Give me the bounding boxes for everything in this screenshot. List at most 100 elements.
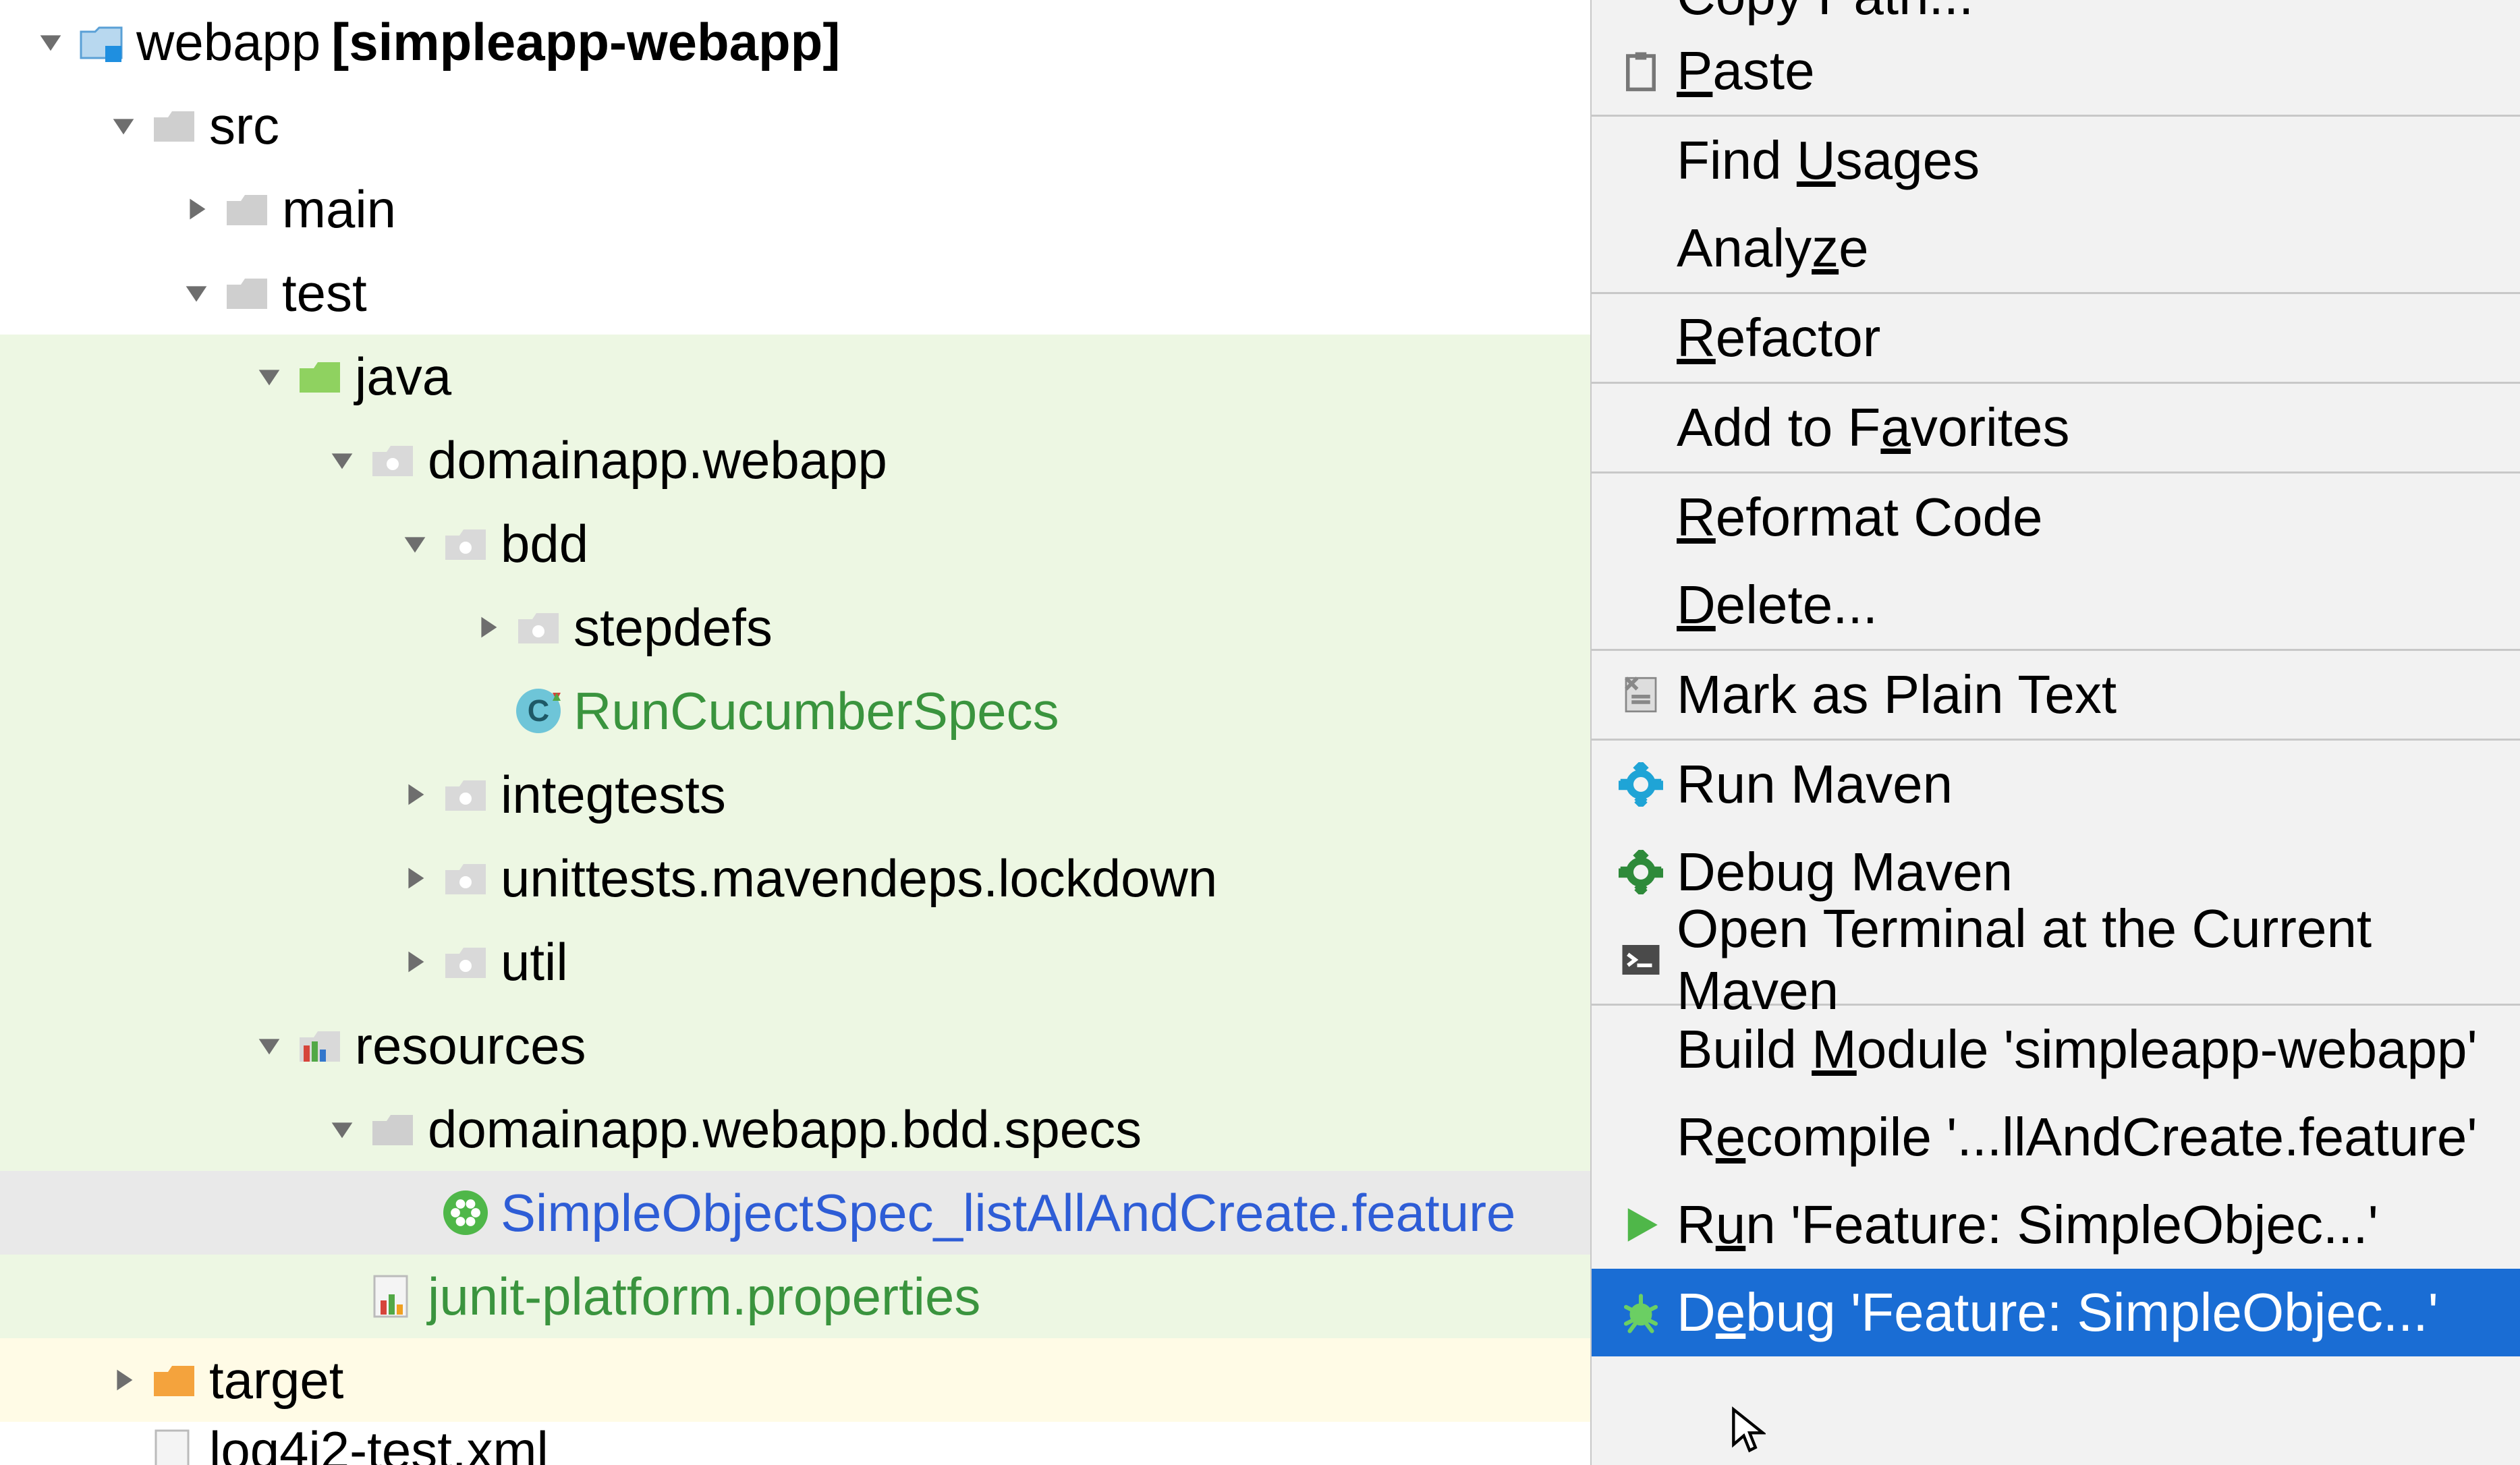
tree-item-label: junit-platform.properties	[428, 1266, 980, 1327]
chevron-right-icon[interactable]	[399, 863, 430, 894]
tree-row[interactable]: domainapp.webapp.bdd.specs	[0, 1087, 1590, 1171]
tree-row[interactable]: domainapp.webapp	[0, 418, 1590, 502]
module-icon	[77, 18, 125, 66]
tree-row[interactable]: target	[0, 1338, 1590, 1422]
tree-item-label: domainapp.webapp.bdd.specs	[428, 1099, 1142, 1160]
folder-icon	[223, 268, 271, 317]
tree-item-label: webapp	[136, 11, 320, 73]
chevron-down-icon[interactable]	[35, 26, 66, 57]
tree-row[interactable]: webapp [simpleapp-webapp]	[0, 0, 1590, 84]
resources-icon	[296, 1021, 344, 1070]
menu-item-label: Mark as Plain Text	[1677, 664, 2117, 726]
paste-icon	[1605, 49, 1677, 93]
chevron-right-icon[interactable]	[181, 194, 212, 225]
tree-item-label: java	[355, 346, 451, 407]
run-icon	[1605, 1203, 1677, 1247]
tree-row[interactable]: src	[0, 84, 1590, 167]
menu-item[interactable]: Mark as Plain Text	[1592, 651, 2520, 739]
tree-item-label: SimpleObjectSpec_listAllAndCreate.featur…	[501, 1182, 1515, 1244]
tree-row[interactable]: bdd	[0, 502, 1590, 585]
menu-item-label: Reformat Code	[1677, 486, 2042, 548]
menu-item[interactable]: Refactor	[1592, 294, 2520, 382]
chevron-down-icon[interactable]	[108, 110, 139, 141]
chevron-down-icon[interactable]	[254, 1030, 285, 1061]
menu-item-label: Run Maven	[1677, 753, 1953, 815]
tree-row[interactable]: log4j2-test.xml	[0, 1422, 1590, 1465]
gear-blue-icon	[1605, 762, 1677, 807]
menu-item[interactable]: Reformat Code	[1592, 473, 2520, 561]
tree-item-suffix: [simpleapp-webapp]	[331, 11, 840, 73]
menu-item-label: Run 'Feature: SimpleObjec...'	[1677, 1194, 2378, 1256]
menu-item-label: Analyze	[1677, 217, 1869, 279]
tree-item-label: integtests	[501, 764, 726, 826]
menu-item-label: Recompile '...llAndCreate.feature'	[1677, 1106, 2477, 1168]
package-icon	[514, 603, 563, 652]
menu-item-label: Paste	[1677, 40, 1815, 102]
menu-item[interactable]: Find Usages	[1592, 117, 2520, 204]
tree-row[interactable]: java	[0, 335, 1590, 418]
chevron-down-icon[interactable]	[327, 1114, 358, 1145]
tree-row[interactable]: SimpleObjectSpec_listAllAndCreate.featur…	[0, 1171, 1590, 1255]
tree-row[interactable]: stepdefs	[0, 585, 1590, 669]
menu-item[interactable]: Run Maven	[1592, 741, 2520, 828]
chevron-down-icon[interactable]	[399, 528, 430, 559]
menu-item-label: Find Usages	[1677, 130, 1980, 192]
tree-row[interactable]: main	[0, 167, 1590, 251]
cucumber-icon	[441, 1188, 490, 1237]
tree-row[interactable]: junit-platform.properties	[0, 1255, 1590, 1338]
menu-item[interactable]: Debug 'Feature: SimpleObjec...'	[1592, 1269, 2520, 1356]
package-icon	[368, 436, 417, 484]
chevron-right-icon[interactable]	[472, 612, 503, 643]
tree-item-label: util	[501, 931, 568, 993]
xml-icon	[150, 1427, 198, 1465]
menu-item[interactable]: Copy Path...	[1592, 0, 2520, 27]
tree-item-label: bdd	[501, 513, 588, 575]
tree-row[interactable]: test	[0, 251, 1590, 335]
menu-item[interactable]: Analyze	[1592, 204, 2520, 292]
menu-item-label: Refactor	[1677, 307, 1880, 369]
tree-item-label: target	[209, 1350, 343, 1411]
class-c-icon: C	[514, 687, 563, 735]
menu-item-label: Debug 'Feature: SimpleObjec...'	[1677, 1282, 2438, 1344]
chevron-down-icon[interactable]	[181, 277, 212, 308]
chevron-right-icon[interactable]	[399, 779, 430, 810]
tree-row[interactable]: C RunCucumberSpecs	[0, 669, 1590, 753]
context-menu[interactable]: Copy Path... Paste Find Usages Analyze Refac…	[1590, 0, 2520, 1465]
menu-item-label: Delete...	[1677, 574, 1878, 636]
folder-test-icon	[296, 352, 344, 401]
tree-item-label: resources	[355, 1015, 586, 1076]
tree-item-label: unittests.mavendeps.lockdown	[501, 848, 1217, 909]
tree-row[interactable]: util	[0, 920, 1590, 1004]
tree-item-label: stepdefs	[573, 597, 773, 658]
tree-row[interactable]: unittests.mavendeps.lockdown	[0, 836, 1590, 920]
package-icon	[441, 938, 490, 986]
properties-icon	[368, 1272, 417, 1321]
terminal-icon	[1605, 938, 1677, 982]
tree-item-label: src	[209, 95, 279, 156]
tree-item-label: main	[282, 179, 396, 240]
chevron-down-icon[interactable]	[254, 361, 285, 392]
package-icon	[441, 519, 490, 568]
menu-item[interactable]: Paste	[1592, 27, 2520, 115]
menu-item-label: Add to Favorites	[1677, 397, 2070, 459]
tree-row[interactable]: integtests	[0, 753, 1590, 836]
folder-icon	[150, 101, 198, 150]
chevron-down-icon[interactable]	[327, 444, 358, 476]
debug-icon	[1605, 1290, 1677, 1335]
menu-item[interactable]: Open Terminal at the Current Maven	[1592, 916, 2520, 1004]
chevron-right-icon[interactable]	[108, 1365, 139, 1396]
svg-text:C: C	[528, 693, 550, 728]
package-icon	[441, 770, 490, 819]
menu-item[interactable]: Build Module 'simpleapp-webapp'	[1592, 1006, 2520, 1093]
menu-item[interactable]: Recompile '...llAndCreate.feature'	[1592, 1093, 2520, 1181]
menu-item[interactable]: Delete...	[1592, 561, 2520, 649]
folder-icon	[223, 185, 271, 233]
menu-item-label: Debug Maven	[1677, 841, 2013, 903]
menu-item-label: Copy Path...	[1677, 0, 1973, 27]
chevron-right-icon[interactable]	[399, 946, 430, 977]
menu-item[interactable]: Add to Favorites	[1592, 384, 2520, 471]
menu-item[interactable]: Run 'Feature: SimpleObjec...'	[1592, 1181, 2520, 1269]
tree-row[interactable]: resources	[0, 1004, 1590, 1087]
tree-item-label: RunCucumberSpecs	[573, 681, 1059, 742]
project-tree[interactable]: webapp [simpleapp-webapp] srcmain test java…	[0, 0, 1590, 1465]
